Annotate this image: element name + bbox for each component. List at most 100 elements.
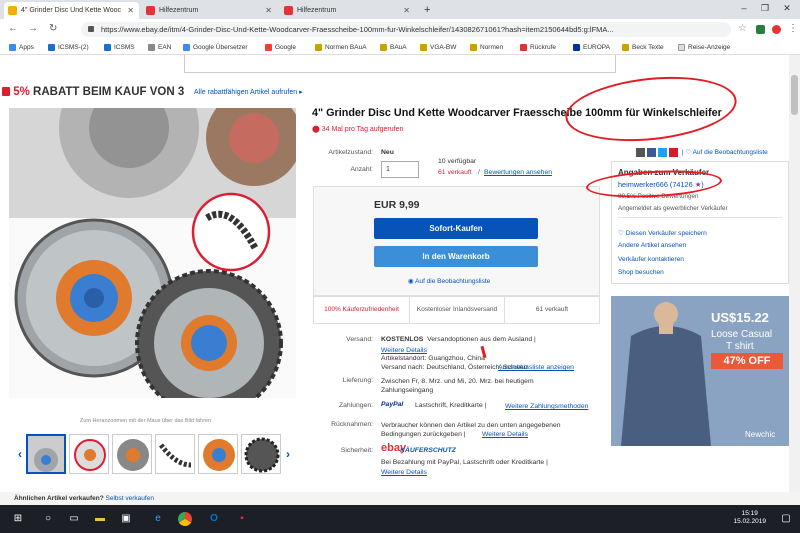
page-icon xyxy=(678,43,685,51)
search-icon[interactable]: ○ xyxy=(40,511,56,527)
windows-start-icon[interactable]: ⊞ xyxy=(10,511,26,527)
close-icon[interactable]: ✕ xyxy=(127,2,134,19)
clock[interactable]: 15:19 15.02.2019 xyxy=(733,510,766,526)
contact-seller-link[interactable]: Verkäufer kontaktieren xyxy=(618,256,684,263)
bookmark-normen[interactable]: Normen xyxy=(470,40,503,55)
save-seller-link[interactable]: ♡ Diesen Verkäufer speichern xyxy=(618,229,707,237)
bookmark-icsms[interactable]: ICSMS xyxy=(104,40,135,55)
ad-line2: T shirt xyxy=(726,341,754,352)
watchlist-button[interactable]: ◉ Auf die Beobachtungsliste xyxy=(408,277,490,285)
bookmark-vga-bw[interactable]: VGA-BW xyxy=(420,40,456,55)
product-image[interactable] xyxy=(9,108,296,398)
maximize-button[interactable]: ❐ xyxy=(755,0,775,17)
quantity-label: Anzahl: xyxy=(350,166,373,173)
pinterest-icon[interactable] xyxy=(669,148,678,157)
minimize-button[interactable]: – xyxy=(734,0,754,17)
tab-hilfezentrum-1[interactable]: Hilfezentrum ✕ xyxy=(142,2,277,19)
shipping-details-link[interactable]: Weitere Details xyxy=(381,347,427,354)
buyer-protection-title: KÄUFERSCHUTZ xyxy=(400,447,456,454)
bookmark-rueckrufe[interactable]: Rückrufe xyxy=(520,40,556,55)
new-tab-button[interactable]: + xyxy=(420,2,440,19)
thumbnail[interactable] xyxy=(155,434,195,474)
tab-hilfezentrum-2[interactable]: Hilfezentrum ✕ xyxy=(280,2,415,19)
seller-items-link[interactable]: Andere Artikel ansehen xyxy=(618,242,686,249)
similar-item-bar: Ähnlichen Artikel verkaufen? Selbst verk… xyxy=(0,492,800,505)
quantity-input[interactable]: 1 xyxy=(381,161,419,178)
thumbnail[interactable] xyxy=(26,434,66,474)
exclusion-list-link[interactable]: Ausschlussliste anzeigen xyxy=(498,364,574,371)
star-icon[interactable]: ☆ xyxy=(738,22,747,36)
url-text: https://www.ebay.de/itm/4-Grinder-Disc-U… xyxy=(101,25,614,34)
thumb-image xyxy=(74,439,106,471)
bookmark-label: Normen BAuA xyxy=(325,44,367,51)
ebay-favicon-icon xyxy=(146,6,155,15)
chevron-left-icon[interactable]: ‹ xyxy=(18,447,22,461)
thumbnail[interactable] xyxy=(69,434,109,474)
scrollbar[interactable] xyxy=(789,55,800,505)
payment-methods-link[interactable]: Weitere Zahlungsmethoden xyxy=(505,403,588,410)
thumb-image xyxy=(159,443,192,468)
advertisement[interactable]: US$15.22 Loose Casual T shirt 47% OFF Ne… xyxy=(611,296,789,446)
promo-link[interactable]: Alle rabattfähigen Artikel aufrufen ▸ xyxy=(194,88,303,96)
bookmark-google[interactable]: Google xyxy=(265,40,296,55)
bookmark-icsms-2[interactable]: ICSMS-(2) xyxy=(48,40,89,55)
seller-type: Angemeldet als gewerblicher Verkäufer xyxy=(618,205,728,212)
reload-icon[interactable]: ↻ xyxy=(49,22,57,36)
ad-price: US$15.22 xyxy=(711,310,769,325)
add-to-cart-button[interactable]: In den Warenkorb xyxy=(374,246,538,267)
close-icon[interactable]: ✕ xyxy=(265,2,272,19)
tab-ebay-item[interactable]: 4" Grinder Disc Und Kette Wooc ✕ xyxy=(4,2,139,19)
thumbnail[interactable] xyxy=(241,434,281,474)
acrobat-icon[interactable]: ▪ xyxy=(234,511,250,527)
tab-label: 4" Grinder Disc Und Kette Wooc xyxy=(21,7,122,14)
icsms-icon xyxy=(48,43,55,51)
extension-icon[interactable] xyxy=(756,25,765,34)
condition-value: Neu xyxy=(381,149,394,156)
reviews-link[interactable]: Bewertungen ansehen xyxy=(484,169,552,176)
avatar[interactable] xyxy=(772,25,781,34)
mail-icon[interactable] xyxy=(636,148,645,157)
back-icon[interactable]: ← xyxy=(8,22,18,36)
ebay-favicon-icon xyxy=(8,6,17,15)
store-icon[interactable]: ▣ xyxy=(118,511,134,527)
bookmark-baua[interactable]: BAuA xyxy=(380,40,407,55)
menu-icon[interactable]: ⋮ xyxy=(788,22,798,36)
file-explorer-icon[interactable]: ▬ xyxy=(92,511,108,527)
edge-icon[interactable]: e xyxy=(150,511,166,527)
url-bar[interactable]: https://www.ebay.de/itm/4-Grinder-Disc-U… xyxy=(81,22,731,37)
chrome-icon[interactable] xyxy=(178,512,192,526)
notification-icon[interactable]: ▢ xyxy=(778,511,794,527)
thumbnail[interactable] xyxy=(198,434,238,474)
security-details-link[interactable]: Weitere Details xyxy=(381,469,427,476)
chevron-right-icon[interactable]: › xyxy=(286,447,290,461)
heart-icon[interactable]: ♡ xyxy=(685,149,691,156)
task-view-icon[interactable]: ▭ xyxy=(66,511,82,527)
apps-icon xyxy=(9,43,16,51)
thumbnail[interactable] xyxy=(112,434,152,474)
facebook-icon[interactable] xyxy=(647,148,656,157)
bookmark-label: Google xyxy=(275,44,296,51)
page-content: 5% RABATT BEIM KAUF VON 3 Alle rabattfäh… xyxy=(0,55,800,505)
scrollbar-thumb[interactable] xyxy=(791,75,798,115)
sell-link[interactable]: Selbst verkaufen xyxy=(106,495,154,502)
item-location: Artikelstandort: Guangzhou, China xyxy=(381,355,485,362)
sold-count: 61 verkauft xyxy=(438,169,472,176)
bookmark-ean[interactable]: EAN xyxy=(148,40,171,55)
outlook-icon[interactable]: O xyxy=(206,511,222,527)
close-window-button[interactable]: ✕ xyxy=(777,0,797,17)
bookmark-google-translate[interactable]: Google Übersetzer xyxy=(183,40,248,55)
bookmark-normen-baua[interactable]: Normen BAuA xyxy=(315,40,367,55)
forward-icon[interactable]: → xyxy=(28,22,38,36)
bookmark-reise-anzeige[interactable]: Reise-Anzeige xyxy=(678,40,730,55)
visit-shop-link[interactable]: Shop besuchen xyxy=(618,269,664,276)
tab-bar: 4" Grinder Disc Und Kette Wooc ✕ Hilfeze… xyxy=(0,0,800,19)
bookmark-europa[interactable]: EUROPA xyxy=(573,40,610,55)
bookmark-apps[interactable]: Apps xyxy=(9,40,34,55)
twitter-icon[interactable] xyxy=(658,148,667,157)
returns-details-link[interactable]: Weitere Details xyxy=(482,431,528,438)
buy-now-button[interactable]: Sofort-Kaufen xyxy=(374,218,538,239)
fire-icon: ⬤ xyxy=(312,126,322,133)
watchlist-link[interactable]: Auf die Beobachtungsliste xyxy=(693,149,768,156)
close-icon[interactable]: ✕ xyxy=(403,2,410,19)
bookmark-beck-texte[interactable]: Beck Texte xyxy=(622,40,664,55)
